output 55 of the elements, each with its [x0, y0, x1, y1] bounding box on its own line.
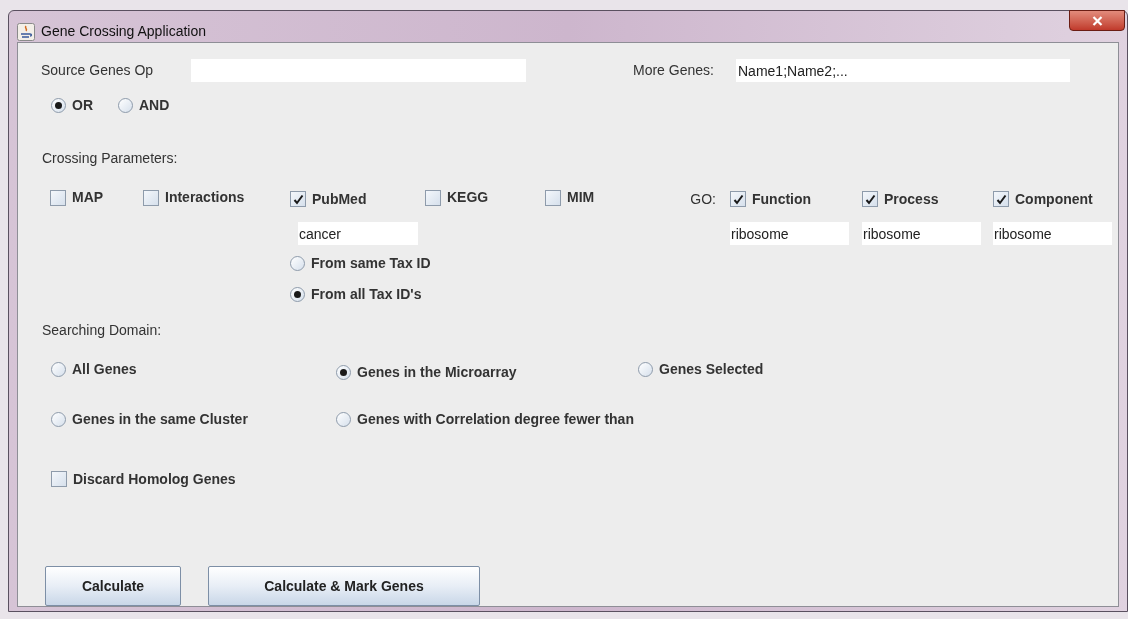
more-genes-field[interactable]: Name1;Name2;...: [736, 59, 1070, 82]
radio-button[interactable]: [51, 98, 66, 113]
checkbox-label: KEGG: [447, 188, 489, 207]
radio-button[interactable]: [336, 411, 351, 427]
checkbox-label: PubMed: [312, 189, 367, 209]
go-term-field[interactable]: ribosome: [993, 222, 1112, 245]
check-icon: [995, 193, 1007, 205]
radio-label: OR: [72, 96, 93, 115]
field-label: More Genes:: [633, 61, 715, 80]
radio-button[interactable]: [638, 361, 653, 377]
close-icon: [1091, 15, 1103, 26]
checkbox-label: Interactions: [165, 188, 245, 207]
checkbox-label: Function: [752, 189, 812, 209]
radio-label: Genes in the Microarray: [357, 362, 517, 382]
radio-button[interactable]: [290, 286, 305, 302]
go-term-field[interactable]: ribosome: [730, 222, 849, 245]
radio-label: AND: [139, 96, 170, 115]
field-label: Source Genes Op: [41, 61, 155, 80]
radio-label: From same Tax ID: [311, 253, 431, 273]
checkbox-label: MAP: [72, 188, 104, 207]
radio-label: Genes with Correlation degree fewer than: [357, 409, 634, 429]
go-label: GO:: [690, 190, 716, 210]
checkbox-label: Process: [884, 189, 939, 209]
radio-button[interactable]: [51, 361, 66, 377]
checkbox[interactable]: [143, 189, 159, 206]
radio-button[interactable]: [336, 364, 351, 380]
close-button[interactable]: [1069, 10, 1125, 31]
checkbox[interactable]: [730, 191, 746, 208]
check-icon: [864, 193, 876, 205]
checkbox[interactable]: [993, 191, 1009, 208]
action-button[interactable]: Calculate & Mark Genes: [208, 566, 480, 606]
radio-label: Genes in the same Cluster: [72, 409, 248, 429]
checkbox[interactable]: [51, 471, 67, 487]
checkbox[interactable]: [862, 191, 878, 208]
go-term-field[interactable]: ribosome: [862, 222, 981, 245]
check-icon: [292, 193, 304, 205]
window-title: Gene Crossing Application: [41, 22, 206, 41]
section-title: Crossing Parameters:: [42, 150, 178, 166]
pubmed-query-field[interactable]: cancer: [298, 222, 418, 245]
check-icon: [732, 193, 744, 205]
section-title: Searching Domain:: [42, 321, 162, 338]
checkbox-label: MIM: [567, 188, 595, 207]
checkbox[interactable]: [425, 189, 441, 206]
radio-button[interactable]: [118, 98, 133, 113]
checkbox[interactable]: [50, 189, 66, 206]
radio-button[interactable]: [51, 411, 66, 427]
checkbox[interactable]: [290, 191, 306, 208]
radio-label: From all Tax ID's: [311, 284, 422, 304]
checkbox-label: Discard Homolog Genes: [73, 469, 236, 489]
checkbox-label: Component: [1015, 189, 1093, 209]
action-button[interactable]: Calculate: [45, 566, 181, 606]
radio-label: Genes Selected: [659, 359, 764, 379]
radio-button[interactable]: [290, 255, 305, 271]
checkbox[interactable]: [545, 189, 561, 206]
radio-label: All Genes: [72, 359, 137, 379]
